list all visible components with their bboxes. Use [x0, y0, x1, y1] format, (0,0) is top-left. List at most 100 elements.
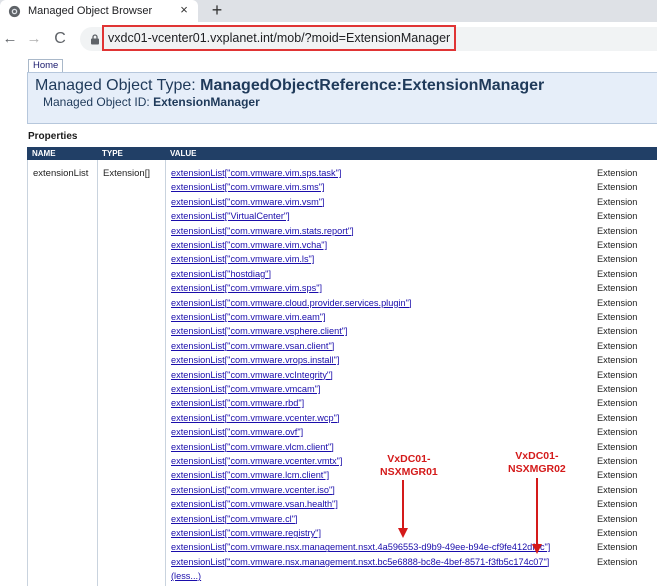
extension-link[interactable]: extensionList["com.vmware.cloud.provider… [171, 298, 411, 308]
properties-heading: Properties [28, 131, 78, 142]
table-row: extensionList["VirtualCenter"] Extension [28, 211, 657, 225]
annotation-nsxmgr02: VxDC01- NSXMGR02 [508, 450, 566, 476]
extension-link[interactable]: extensionList["com.vmware.lcm.client"] [171, 470, 329, 480]
table-row: extensionList["com.vmware.vim.eam"] Exten… [28, 312, 657, 326]
extension-link[interactable]: extensionList["com.vmware.vim.stats.repo… [171, 226, 354, 236]
extension-type: Extension [597, 340, 638, 351]
extension-type: Extension [597, 556, 638, 567]
table-row: extensionList["com.vmware.vim.sps.task"]… [28, 168, 657, 182]
tab-title: Managed Object Browser [28, 5, 153, 17]
browser-tab[interactable]: Managed Object Browser × [0, 0, 198, 22]
extension-type: Extension [597, 283, 638, 294]
extension-type: Extension [597, 326, 638, 337]
extension-type: Extension [597, 168, 638, 178]
annotation-line: VxDC01- [387, 453, 431, 465]
managed-object-type: Managed Object Type: ManagedObjectRefere… [35, 77, 544, 95]
extension-link[interactable]: extensionList["com.vmware.vcIntegrity"] [171, 370, 333, 380]
annotation-line: VxDC01- [515, 450, 559, 462]
table-row: extensionList["com.vmware.vcenter.wcp"] E… [28, 413, 657, 427]
extension-type: Extension [597, 542, 638, 553]
extension-type: Extension [597, 369, 638, 380]
extension-link[interactable]: extensionList["com.vmware.vim.sps"] [171, 283, 322, 293]
back-button[interactable]: ← [2, 31, 18, 47]
extension-link[interactable]: extensionList["com.vmware.vim.vcha"] [171, 240, 327, 250]
extension-link[interactable]: extensionList["com.vmware.vcenter.vmtx"] [171, 456, 342, 466]
extension-type: Extension [597, 254, 638, 265]
extension-link[interactable]: extensionList["com.vmware.vim.sms"] [171, 182, 325, 192]
extension-type: Extension [597, 456, 638, 466]
forward-button[interactable]: → [26, 31, 42, 47]
extension-link[interactable]: extensionList["com.vmware.vsan.client"] [171, 341, 334, 351]
arrow-down-icon [398, 480, 408, 538]
extension-link[interactable]: extensionList["com.vmware.vlcm.client"] [171, 442, 334, 452]
table-row: extensionList["com.vmware.vcenter.iso"] E… [28, 485, 657, 499]
extension-link[interactable]: extensionList["com.vmware.vsan.health"] [171, 499, 338, 509]
table-row: extensionList["com.vmware.vsan.client"] E… [28, 341, 657, 355]
extension-type: Extension [597, 470, 638, 481]
extension-type: Extension [597, 412, 638, 423]
table-row: extensionList["com.vmware.nsx.management… [28, 557, 657, 571]
extension-link[interactable]: extensionList["com.vmware.nsx.management… [171, 557, 549, 567]
table-row: extensionList["com.vmware.cloud.provider… [28, 298, 657, 312]
browser-tab-bar: Managed Object Browser × + [0, 0, 657, 22]
header-type: TYPE [102, 149, 123, 158]
extension-type: Extension [597, 297, 638, 308]
header-name: NAME [32, 149, 56, 158]
extension-type: Extension [597, 499, 638, 510]
table-body: extensionList Extension[] extensionList[… [27, 160, 657, 586]
annotation-nsxmgr01: VxDC01- NSXMGR01 [380, 453, 438, 479]
table-header: NAME TYPE VALUE [27, 147, 657, 160]
table-row: extensionList["com.vmware.nsx.management… [28, 542, 657, 556]
table-row: extensionList["com.vmware.vrops.install"… [28, 355, 657, 369]
extension-link[interactable]: extensionList["com.vmware.registry"] [171, 528, 321, 538]
reload-button[interactable]: C [52, 31, 68, 47]
type-value: ManagedObjectReference:ExtensionManager [200, 77, 545, 94]
extension-link[interactable]: extensionList["com.vmware.nsx.management… [171, 542, 550, 552]
extension-link[interactable]: extensionList["com.vmware.rbd"] [171, 398, 304, 408]
table-row: extensionList["com.vmware.vim.ls"] Extens… [28, 254, 657, 268]
less-link[interactable]: (less...) [171, 571, 201, 581]
properties-table: NAME TYPE VALUE extensionList Extension[… [27, 147, 657, 586]
extension-link[interactable]: extensionList["com.vmware.vrops.install"… [171, 355, 339, 365]
extension-link[interactable]: extensionList["hostdiag"] [171, 269, 271, 279]
id-value: ExtensionManager [153, 95, 260, 109]
lock-icon[interactable] [90, 34, 100, 45]
table-row: extensionList["com.vmware.vsphere.client… [28, 326, 657, 340]
object-header: Managed Object Type: ManagedObjectRefere… [27, 72, 657, 124]
table-row: extensionList["com.vmware.vim.sms"] Exten… [28, 182, 657, 196]
extension-type: Extension [597, 182, 638, 193]
close-tab-icon[interactable]: × [178, 3, 190, 16]
extension-link[interactable]: extensionList["com.vmware.vim.eam"] [171, 312, 326, 322]
table-row: extensionList["com.vmware.ovf"] Extension [28, 427, 657, 441]
extension-type: Extension [597, 528, 638, 538]
table-row: extensionList["hostdiag"] Extension [28, 269, 657, 283]
extension-link[interactable]: extensionList["com.vmware.ovf"] [171, 427, 303, 437]
annotation-line: NSXMGR02 [508, 463, 566, 475]
extension-link[interactable]: extensionList["VirtualCenter"] [171, 211, 290, 221]
extension-type: Extension [597, 240, 638, 250]
type-label: Managed Object Type: [35, 77, 196, 94]
extension-type: Extension [597, 513, 638, 524]
table-row: extensionList["com.vmware.vcIntegrity"] E… [28, 370, 657, 384]
extension-link[interactable]: extensionList["com.vmware.vsphere.client… [171, 326, 348, 336]
extension-link[interactable]: extensionList["com.vmware.cl"] [171, 514, 298, 524]
page-content: Home Managed Object Type: ManagedObjectR… [0, 56, 657, 586]
browser-toolbar: ← → C vxdc01-vcenter01.vxplanet.int/mob/… [0, 22, 657, 56]
globe-icon [8, 5, 21, 17]
new-tab-button[interactable]: + [209, 1, 225, 19]
home-link[interactable]: Home [28, 59, 64, 72]
extension-link[interactable]: extensionList["com.vmware.vim.ls"] [171, 254, 314, 264]
extension-type: Extension [597, 211, 638, 222]
extension-link[interactable]: extensionList["com.vmware.vim.vsm"] [171, 197, 325, 207]
extension-type: Extension [597, 427, 638, 438]
table-row: extensionList["com.vmware.registry"] Exte… [28, 528, 657, 542]
extension-link[interactable]: extensionList["com.vmware.vmcam"] [171, 384, 320, 394]
extension-link[interactable]: extensionList["com.vmware.vcenter.wcp"] [171, 413, 339, 423]
url-text[interactable]: vxdc01-vcenter01.vxplanet.int/mob/?moid=… [102, 25, 457, 51]
managed-object-id: Managed Object ID: ExtensionManager [43, 95, 260, 109]
extension-link[interactable]: extensionList["com.vmware.vim.sps.task"] [171, 168, 341, 178]
extension-type: Extension [597, 312, 638, 322]
extension-link[interactable]: extensionList["com.vmware.vcenter.iso"] [171, 485, 335, 495]
extension-type: Extension [597, 441, 638, 452]
extension-type: Extension [597, 484, 638, 495]
